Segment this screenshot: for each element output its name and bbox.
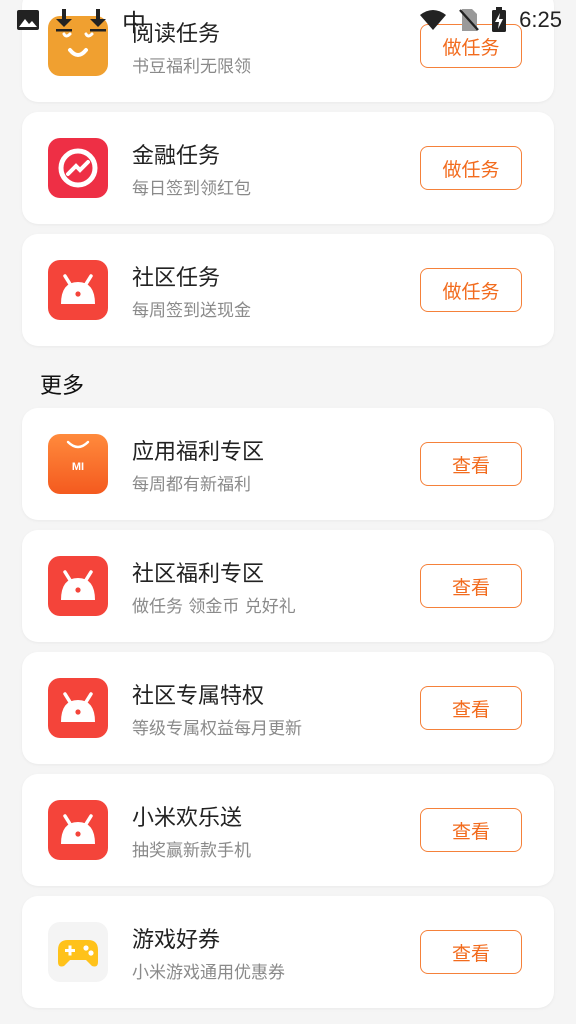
clock: 6:25	[519, 7, 562, 32]
finance-app-icon	[48, 138, 108, 198]
app-store-icon-text: MI	[72, 461, 84, 473]
item-title: 应用福利专区	[132, 440, 265, 465]
view-button[interactable]: 查看	[420, 686, 522, 730]
task-title: 社区任务	[132, 266, 221, 291]
task-subtitle: 每日签到领红包	[132, 179, 251, 199]
view-button[interactable]: 查看	[420, 808, 522, 852]
do-task-button[interactable]: 做任务	[420, 268, 522, 312]
item-title: 社区专属特权	[132, 684, 265, 709]
community-app-icon	[48, 800, 108, 860]
item-subtitle: 抽奖赢新款手机	[132, 841, 251, 861]
wifi-icon	[419, 9, 447, 31]
task-title: 金融任务	[132, 144, 221, 169]
status-bar: 中 6:25	[0, 0, 576, 40]
download-icon	[54, 8, 74, 32]
more-section-title: 更多	[40, 374, 85, 399]
more-card-mi-happy-delivery: 小米欢乐送 抽奖赢新款手机 查看	[22, 774, 554, 886]
game-center-icon	[48, 922, 108, 982]
download-icon	[88, 8, 108, 32]
item-subtitle: 等级专属权益每月更新	[132, 719, 302, 739]
do-task-button[interactable]: 做任务	[420, 146, 522, 190]
community-app-icon	[48, 260, 108, 320]
task-card-finance: 金融任务 每日签到领红包 做任务	[22, 112, 554, 224]
battery-charging-icon	[491, 7, 507, 33]
item-title: 小米欢乐送	[132, 806, 243, 831]
more-card-game-coupons: 游戏好券 小米游戏通用优惠券 查看	[22, 896, 554, 1008]
view-button[interactable]: 查看	[420, 564, 522, 608]
item-subtitle: 做任务 领金币 兑好礼	[132, 597, 296, 617]
task-subtitle: 书豆福利无限领	[132, 57, 251, 77]
item-title: 游戏好券	[132, 928, 221, 953]
view-button[interactable]: 查看	[420, 442, 522, 486]
view-button[interactable]: 查看	[420, 930, 522, 974]
task-subtitle: 每周签到送现金	[132, 301, 251, 321]
more-card-app-benefits: MI 应用福利专区 每周都有新福利 查看	[22, 408, 554, 520]
image-icon	[16, 9, 40, 31]
task-card-community: 社区任务 每周签到送现金 做任务	[22, 234, 554, 346]
community-app-icon	[48, 556, 108, 616]
no-sim-icon	[459, 8, 480, 32]
input-method-indicator: 中	[122, 8, 146, 37]
item-subtitle: 每周都有新福利	[132, 475, 251, 495]
community-app-icon	[48, 678, 108, 738]
app-store-icon: MI	[48, 434, 108, 494]
item-title: 社区福利专区	[132, 562, 265, 587]
more-card-community-privileges: 社区专属特权 等级专属权益每月更新 查看	[22, 652, 554, 764]
more-card-community-benefits: 社区福利专区 做任务 领金币 兑好礼 查看	[22, 530, 554, 642]
item-subtitle: 小米游戏通用优惠券	[132, 963, 285, 983]
